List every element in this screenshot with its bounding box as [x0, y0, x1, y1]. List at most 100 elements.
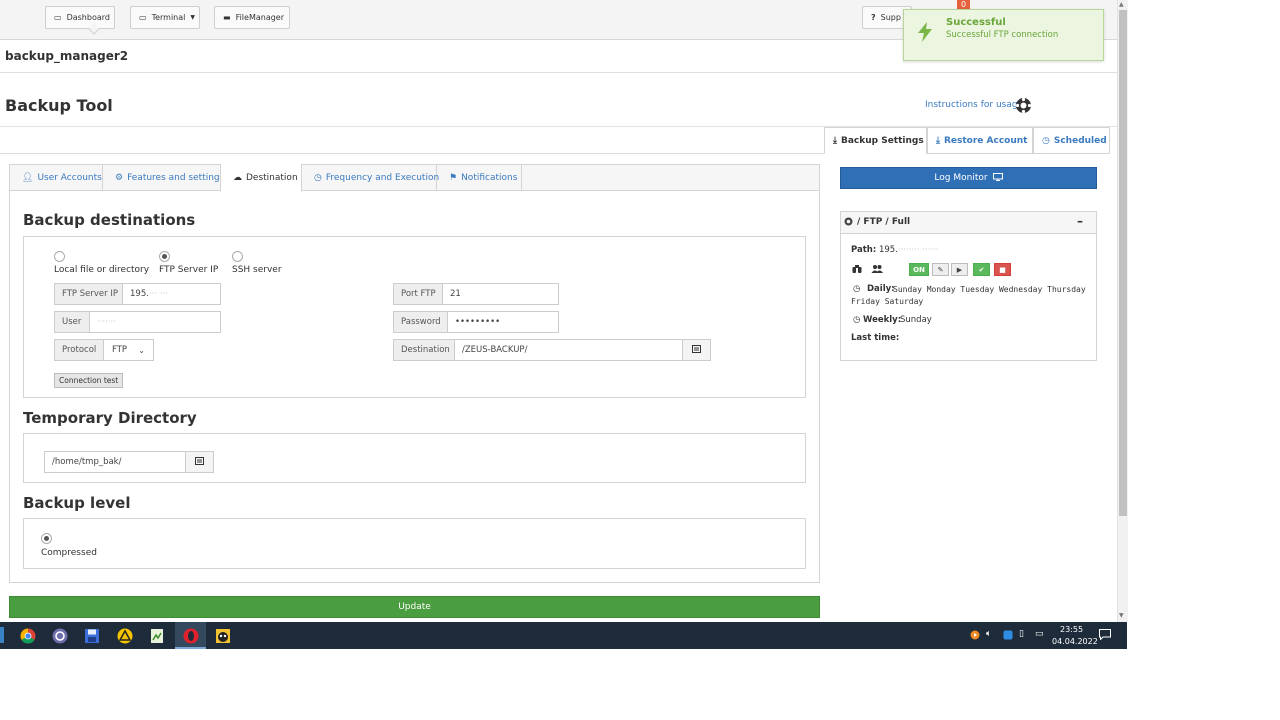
user-value-redacted: ······· [97, 317, 116, 327]
delete-button[interactable]: ■ [994, 263, 1011, 276]
backup-level-box [23, 518, 806, 569]
terminal-label: Terminal [151, 13, 186, 22]
action-center-icon[interactable] [1099, 629, 1111, 643]
password-input[interactable]: ••••••••• [447, 311, 559, 333]
daily-days: Sunday Monday Tuesday Wednesday Thursday… [851, 285, 1086, 306]
tab-destination[interactable]: ☁ Destination [220, 164, 302, 192]
on-toggle[interactable]: ON [909, 263, 929, 276]
taskbar-time[interactable]: 23:55 [1060, 625, 1083, 634]
wifi-icon[interactable]: ▭ [1035, 629, 1044, 639]
destination-browse-button[interactable] [682, 339, 711, 361]
tab-notifications[interactable]: ⚑ Notifications [437, 164, 522, 191]
terminal-button[interactable]: ▭ Terminal ▼ [130, 6, 200, 29]
user-icon: 👤︎ [22, 172, 34, 183]
tab-restore-account-label: Restore Account [943, 135, 1028, 146]
start-button[interactable] [0, 627, 4, 643]
opera-icon[interactable] [180, 625, 202, 647]
confirm-button[interactable]: ✔ [973, 263, 990, 276]
scroll-up-icon[interactable]: ▲ [1119, 1, 1124, 8]
protocol-select[interactable]: FTP ⌄ [103, 339, 154, 361]
flag-icon: ⚑ [449, 172, 458, 183]
radio-compressed[interactable] [41, 533, 52, 544]
scrollbar-thumb[interactable] [1119, 10, 1127, 516]
ftp-ip-value: 195. [130, 289, 149, 299]
tab-frequency-execution[interactable]: ◷ Frequency and Execution [302, 164, 439, 191]
instructions-link[interactable]: Instructions for usage [925, 100, 1023, 110]
run-button[interactable]: ▶ [951, 263, 968, 276]
tab-user-accounts[interactable]: 👤︎ User Accounts [10, 164, 103, 191]
user-input[interactable]: ······· [89, 311, 221, 333]
log-monitor-button[interactable]: Log Monitor [840, 167, 1097, 189]
toast-message: Successful FTP connection [946, 30, 1059, 40]
job-title: / FTP / Full [857, 217, 911, 227]
lifebuoy-icon[interactable] [1015, 97, 1032, 117]
media-icon[interactable] [970, 630, 980, 643]
radio-ssh-server[interactable] [232, 251, 243, 262]
tab-scheduled[interactable]: ◷ Scheduled [1033, 127, 1110, 154]
protocol-value: FTP [112, 345, 128, 355]
temporary-directory-title: Temporary Directory [23, 409, 197, 427]
log-monitor-label: Log Monitor [934, 173, 988, 183]
binoculars-icon[interactable] [852, 264, 862, 277]
torrent-icon[interactable] [49, 625, 71, 647]
temp-dir-browse-button[interactable] [185, 451, 214, 473]
edit-button[interactable]: ✎ [932, 263, 949, 276]
temp-dir-input[interactable]: /home/tmp_bak/ [44, 451, 186, 473]
port-ftp-input[interactable]: 21 [442, 283, 559, 305]
download-icon: ⤓ [833, 135, 837, 146]
destination-input[interactable]: /ZEUS-BACKUP/ [454, 339, 684, 361]
trash-icon: ■ [999, 265, 1006, 274]
user-label: User [54, 311, 90, 333]
dashboard-button[interactable]: ▭ Dashboard [45, 6, 115, 35]
edit-icon: ✎ [937, 265, 944, 274]
radio-ftp-server[interactable] [159, 251, 170, 262]
tab-features-settings[interactable]: ⚙ Features and settings [103, 164, 224, 191]
job-path-label: Path: [851, 245, 877, 255]
radio-ftp-server-label: FTP Server IP [159, 265, 219, 275]
protocol-label: Protocol [54, 339, 104, 361]
weekly-clock-icon: ◷ [853, 315, 861, 325]
dashboard-label: Dashboard [66, 13, 110, 22]
backup-level-title: Backup level [23, 494, 131, 512]
cloud-icon: ☁ [233, 172, 242, 183]
spreadsheet-app-icon[interactable] [146, 625, 168, 647]
taskbar-date[interactable]: 04.04.2022 [1052, 637, 1098, 646]
volume-icon[interactable]: 🔈︎ [986, 629, 991, 639]
users-icon[interactable] [871, 264, 883, 277]
ftp-ip-label: FTP Server IP [54, 283, 123, 305]
check-icon: ✔ [978, 265, 985, 274]
terminal-icon: ▭ [139, 13, 147, 22]
clock-icon: ◷ [1042, 135, 1050, 146]
ftp-ip-input[interactable]: 195. ··· ··· [122, 283, 221, 305]
destination-label: Destination [393, 339, 455, 361]
radio-ssh-server-label: SSH server [232, 265, 282, 275]
tab-destination-label: Destination [246, 172, 298, 183]
update-button[interactable]: Update [9, 596, 820, 618]
port-ftp-label: Port FTP [393, 283, 443, 305]
list-icon [195, 456, 204, 468]
desktop-icon: ▭ [54, 13, 62, 22]
battery-icon[interactable]: ▯ [1019, 629, 1024, 639]
taskbar [0, 622, 1127, 649]
tab-backup-settings[interactable]: ⤓ Backup Settings [824, 127, 927, 154]
network-app-icon[interactable] [1003, 630, 1013, 643]
connection-test-button[interactable]: Connection test [54, 373, 124, 388]
scroll-down-icon[interactable]: ▼ [1119, 612, 1124, 619]
filemanager-button[interactable]: ▬ FileManager [214, 6, 290, 29]
question-icon: ? [871, 13, 876, 22]
backup-destinations-title: Backup destinations [23, 211, 196, 229]
game-app-icon[interactable] [212, 625, 234, 647]
account-name: backup_manager2 [5, 49, 129, 63]
clock-icon: ◷ [314, 172, 322, 183]
chrome-icon[interactable] [17, 625, 39, 647]
folder-icon: ▬ [223, 13, 231, 22]
floppy-app-icon[interactable] [81, 625, 103, 647]
tab-restore-account[interactable]: ⤓ Restore Account [927, 127, 1033, 154]
collapse-icon[interactable]: – [1077, 214, 1083, 228]
tab-backup-settings-label: Backup Settings [840, 135, 924, 146]
filemanager-label: FileManager [235, 13, 285, 22]
warning-app-icon[interactable] [114, 625, 136, 647]
gear-icon: ⚙ [115, 172, 124, 183]
radio-local-file[interactable] [54, 251, 65, 262]
radio-local-file-label: Local file or directory [54, 265, 150, 275]
